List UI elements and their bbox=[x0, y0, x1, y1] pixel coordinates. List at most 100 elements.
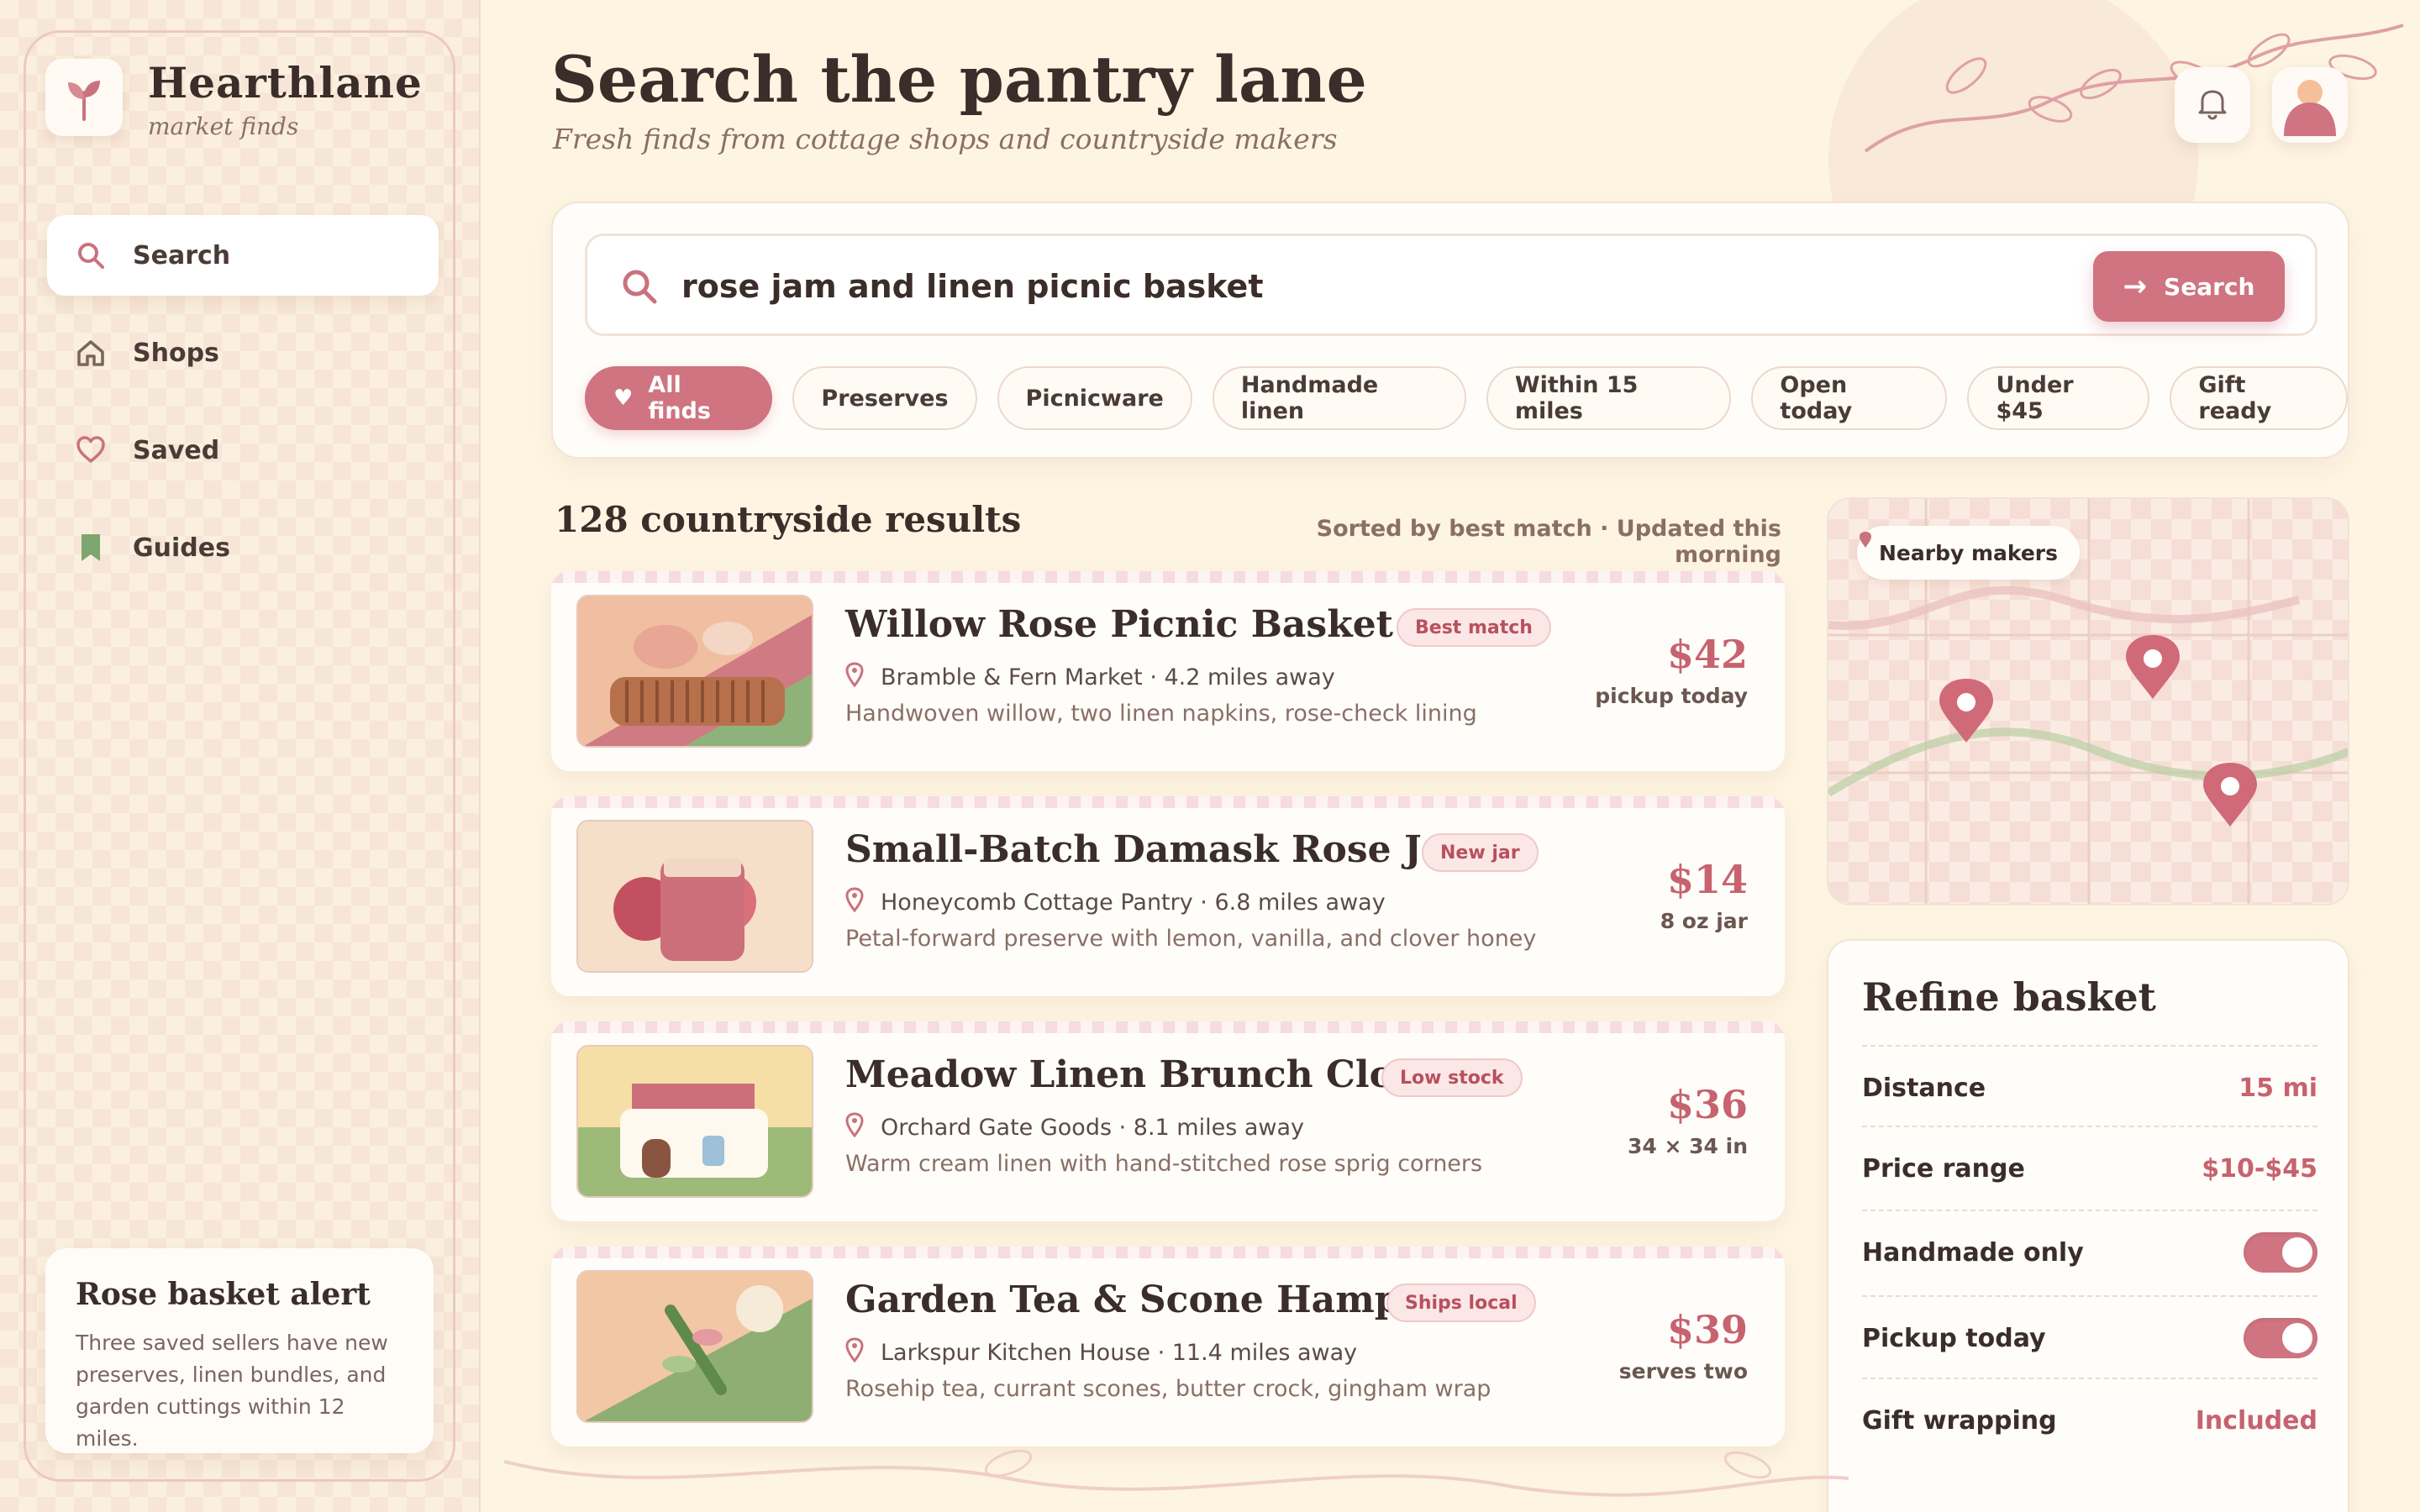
result-description: Petal-forward preserve with lemon, vanil… bbox=[845, 926, 1537, 952]
result-location: Honeycomb Cottage Pantry · 6.8 miles awa… bbox=[845, 887, 1386, 918]
brand-tagline: market finds bbox=[148, 113, 299, 140]
hamper-thumbnail bbox=[576, 1270, 813, 1423]
avatar[interactable] bbox=[2272, 67, 2348, 143]
refine-label: Price range bbox=[1862, 1153, 2025, 1184]
refine-label: Gift wrapping bbox=[1862, 1405, 2057, 1436]
result-card[interactable]: Willow Rose Picnic Basket ... Best match… bbox=[551, 571, 1785, 771]
sidebar-item-saved[interactable]: Saved bbox=[47, 410, 439, 491]
result-price: $14 bbox=[1666, 857, 1748, 902]
result-card[interactable]: Small-Batch Damask Rose Jam New jar Hone… bbox=[551, 796, 1785, 996]
results-sort-status[interactable]: Sorted by best match · Updated this morn… bbox=[1277, 516, 1781, 568]
refine-value: Included bbox=[2195, 1405, 2317, 1436]
refine-panel: Refine basket Distance 15 mi Price range… bbox=[1827, 939, 2349, 1512]
chip-label: All finds bbox=[648, 372, 711, 424]
result-price-note: pickup today bbox=[1595, 684, 1748, 708]
sidebar-item-label: Shops bbox=[133, 338, 219, 368]
status-badge: New jar bbox=[1422, 833, 1539, 872]
map-pin-icon[interactable] bbox=[1936, 675, 1996, 746]
search-panel: → Search ♥ All finds Preserves Picnicwar… bbox=[551, 202, 2349, 459]
search-box[interactable]: → Search bbox=[585, 234, 2317, 336]
result-title[interactable]: Willow Rose Picnic Basket ... bbox=[845, 603, 1444, 646]
result-location-text: Bramble & Fern Market · 4.2 miles away bbox=[881, 664, 1335, 690]
refine-label: Distance bbox=[1862, 1073, 1986, 1103]
result-description: Handwoven willow, two linen napkins, ros… bbox=[845, 701, 1477, 727]
result-price: $42 bbox=[1666, 632, 1748, 677]
result-card[interactable]: Garden Tea & Scone Hamper Ships local La… bbox=[551, 1247, 1785, 1446]
pickup-today-toggle[interactable] bbox=[2244, 1318, 2317, 1358]
refine-row-distance[interactable]: Distance 15 mi bbox=[1862, 1045, 2317, 1129]
refine-row-pickup-today: Pickup today bbox=[1862, 1295, 2317, 1379]
map-pin-icon[interactable] bbox=[2123, 632, 2183, 702]
alert-title: Rose basket alert bbox=[76, 1277, 371, 1312]
result-price: $39 bbox=[1666, 1307, 1748, 1352]
chip-within-15-miles[interactable]: Within 15 miles bbox=[1486, 366, 1732, 430]
bookmark-icon bbox=[74, 531, 108, 564]
result-card[interactable]: Meadow Linen Brunch Cloth Low stock Orch… bbox=[551, 1021, 1785, 1221]
location-pin-icon bbox=[845, 887, 864, 918]
result-price-note: serves two bbox=[1618, 1359, 1748, 1383]
brand-name: Hearthlane bbox=[148, 58, 423, 108]
refine-row-handmade-only: Handmade only bbox=[1862, 1210, 2317, 1294]
chip-label: Within 15 miles bbox=[1514, 372, 1639, 424]
search-button-label: Search bbox=[2164, 272, 2255, 301]
refine-value: 15 mi bbox=[2238, 1073, 2317, 1103]
jam-thumbnail bbox=[576, 820, 813, 973]
notifications-button[interactable] bbox=[2175, 67, 2250, 143]
status-badge: Best match bbox=[1397, 608, 1551, 647]
chip-label: Under $45 bbox=[1996, 372, 2074, 424]
heart-icon: ♥ bbox=[613, 386, 634, 411]
sidebar-nav: Search Shops Saved Guides bbox=[47, 215, 439, 605]
chip-label: Gift ready bbox=[2198, 372, 2272, 424]
brand[interactable]: Hearthlane market finds bbox=[45, 59, 423, 140]
result-price: $36 bbox=[1666, 1082, 1748, 1127]
chip-handmade-linen[interactable]: Handmade linen bbox=[1212, 366, 1466, 430]
search-input[interactable] bbox=[681, 261, 2068, 312]
refine-value: $10-$45 bbox=[2202, 1153, 2317, 1184]
chip-label: Handmade linen bbox=[1240, 372, 1379, 424]
sidebar-item-search[interactable]: Search bbox=[47, 215, 439, 296]
chip-open-today[interactable]: Open today bbox=[1751, 366, 1948, 430]
result-price-note: 34 × 34 in bbox=[1627, 1134, 1748, 1158]
result-title[interactable]: Meadow Linen Brunch Cloth bbox=[845, 1053, 1438, 1096]
chip-picnicware[interactable]: Picnicware bbox=[997, 366, 1192, 430]
location-pin-icon bbox=[845, 662, 864, 693]
chip-label: Open today bbox=[1780, 372, 1853, 424]
handmade-only-toggle[interactable] bbox=[2244, 1232, 2317, 1273]
result-location-text: Larkspur Kitchen House · 11.4 miles away bbox=[881, 1340, 1358, 1366]
chip-preserves[interactable]: Preserves bbox=[792, 366, 977, 430]
location-pin-icon bbox=[845, 1112, 864, 1143]
result-title[interactable]: Garden Tea & Scone Hamper bbox=[845, 1278, 1444, 1321]
linen-thumbnail bbox=[576, 1045, 813, 1198]
search-button[interactable]: → Search bbox=[2093, 251, 2285, 322]
chip-gift-ready[interactable]: Gift ready bbox=[2170, 366, 2348, 430]
rose-basket-alert-card[interactable]: Rose basket alert Three saved sellers ha… bbox=[45, 1248, 434, 1453]
nearby-makers-map[interactable]: Nearby makers bbox=[1827, 497, 2349, 906]
status-badge: Low stock bbox=[1381, 1058, 1523, 1097]
basket-thumbnail bbox=[576, 595, 813, 748]
refine-row-gift-wrapping[interactable]: Gift wrapping Included bbox=[1862, 1378, 2317, 1462]
filter-chips: ♥ All finds Preserves Picnicware Handmad… bbox=[585, 366, 2348, 430]
refine-row-price-range[interactable]: Price range $10-$45 bbox=[1862, 1126, 2317, 1210]
sidebar: Hearthlane market finds Search Shops Sav… bbox=[0, 0, 481, 1512]
result-title[interactable]: Small-Batch Damask Rose Jam bbox=[845, 828, 1485, 871]
avatar-icon bbox=[2284, 80, 2336, 136]
chip-all-finds[interactable]: ♥ All finds bbox=[585, 366, 773, 430]
page-title: Search the pantry lane bbox=[551, 42, 1367, 117]
chip-label: Picnicware bbox=[1025, 385, 1164, 412]
bell-icon bbox=[2194, 85, 2231, 125]
result-location-text: Honeycomb Cottage Pantry · 6.8 miles awa… bbox=[881, 890, 1386, 916]
sidebar-item-guides[interactable]: Guides bbox=[47, 507, 439, 588]
map-pin-icon bbox=[1860, 532, 1871, 548]
search-icon bbox=[74, 239, 108, 272]
sidebar-item-shops[interactable]: Shops bbox=[47, 312, 439, 393]
refine-title: Refine basket bbox=[1862, 974, 2156, 1020]
status-badge: Ships local bbox=[1386, 1284, 1536, 1322]
map-pin-icon[interactable] bbox=[2200, 759, 2260, 830]
location-pin-icon bbox=[845, 1337, 864, 1368]
home-icon bbox=[74, 336, 108, 370]
search-icon bbox=[619, 266, 660, 307]
chip-under-45[interactable]: Under $45 bbox=[1967, 366, 2150, 430]
sidebar-item-label: Guides bbox=[133, 533, 230, 563]
alert-body: Three saved sellers have new preserves, … bbox=[76, 1331, 388, 1451]
sidebar-item-label: Search bbox=[133, 240, 231, 270]
